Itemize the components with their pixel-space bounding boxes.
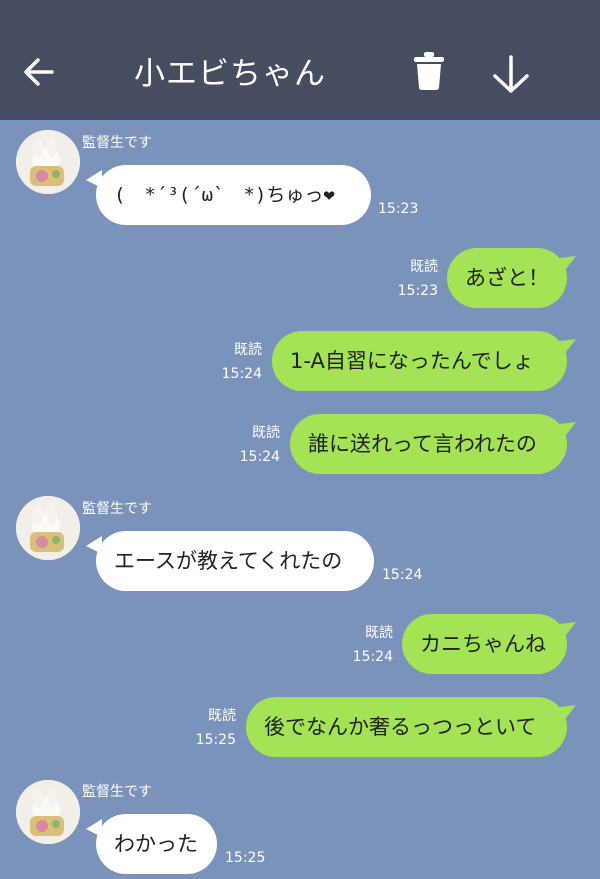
sender-name: 監督生です [82,501,152,517]
message-time: 15:24 [382,567,423,583]
message-bubble[interactable]: エースが教えてくれたの [96,531,374,591]
read-receipt: 既読 [234,342,262,358]
avatar[interactable] [16,496,80,560]
sender-name: 監督生です [82,135,152,151]
download-arrow-icon[interactable] [490,54,532,96]
bubble-tail [560,705,576,723]
message-bubble[interactable]: あざと！ [447,248,567,308]
chat-title: 小エビちゃん [134,56,326,92]
read-receipt: 既読 [410,259,438,275]
message-time: 15:24 [221,366,262,382]
message-time: 15:23 [397,283,438,299]
avatar-image [16,130,80,194]
message-time: 15:25 [225,850,266,866]
avatar[interactable] [16,780,80,844]
message-list[interactable]: 監督生です ( *´³(´ω` *)ちゅっ❤ 15:23 既読 15:23 あざ… [0,120,600,879]
message-bubble[interactable]: 1-A自習になったんでしょ [272,331,567,391]
message-bubble[interactable]: 誰に送れって言われたの [290,414,567,474]
sender-name: 監督生です [82,784,152,800]
trash-icon[interactable] [412,50,446,92]
message-bubble[interactable]: ( *´³(´ω` *)ちゅっ❤ [96,165,371,225]
bubble-tail [560,622,576,640]
message-time: 15:23 [378,201,419,217]
read-receipt: 既読 [365,625,393,641]
bubble-tail [560,422,576,440]
bubble-tail [560,256,576,274]
back-arrow-icon[interactable] [22,56,56,88]
avatar-image [16,780,80,844]
message-time: 15:24 [352,649,393,665]
avatar[interactable] [16,130,80,194]
message-time: 15:24 [239,449,280,465]
chat-header: 小エビちゃん [0,0,600,120]
bubble-tail [560,339,576,357]
message-bubble[interactable]: 後でなんか奢るっつっといて [246,697,567,757]
read-receipt: 既読 [208,708,236,724]
read-receipt: 既読 [252,425,280,441]
avatar-image [16,496,80,560]
message-bubble[interactable]: カニちゃんね [402,614,567,674]
message-time: 15:25 [195,732,236,748]
message-bubble[interactable]: わかった [96,814,217,874]
